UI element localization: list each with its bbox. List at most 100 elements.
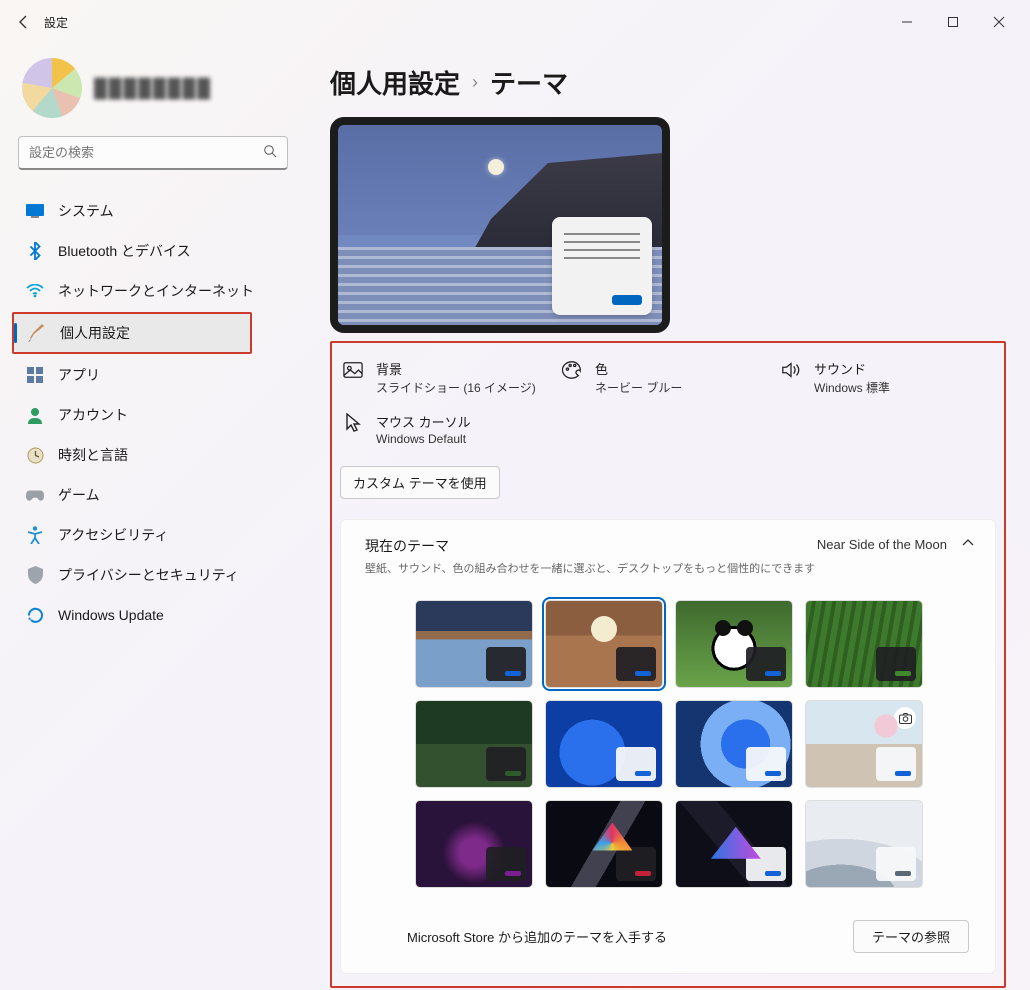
theme-preview [330, 117, 670, 333]
nav-label: アクセシビリティ [58, 525, 168, 545]
window-controls [884, 6, 1022, 38]
store-text: Microsoft Store から追加のテーマを入手する [407, 927, 667, 946]
theme-grid [365, 576, 975, 902]
setting-background[interactable]: 背景 スライドショー (16 イメージ) [340, 353, 555, 402]
theme-thumb-bloom1[interactable] [545, 700, 663, 788]
nav-accessibility[interactable]: アクセシビリティ [12, 516, 288, 554]
system-icon [26, 202, 44, 220]
theme-thumb-flow1[interactable] [545, 800, 663, 888]
annotation-sidebar-highlight: 個人用設定 [12, 312, 252, 354]
bluetooth-icon [26, 242, 44, 260]
nav-time[interactable]: 時刻と言語 [12, 436, 288, 474]
theme-mini-preview [746, 847, 786, 881]
palette-icon [561, 359, 583, 381]
theme-mini-preview [486, 847, 526, 881]
theme-thumb-blossom[interactable] [805, 700, 923, 788]
theme-mini-preview [616, 747, 656, 781]
current-theme-name: Near Side of the Moon [817, 537, 947, 552]
theme-thumb-bloom2[interactable] [675, 700, 793, 788]
nav-label: アプリ [58, 365, 100, 385]
store-row: Microsoft Store から追加のテーマを入手する テーマの参照 [365, 902, 975, 963]
nav-label: Windows Update [58, 607, 164, 623]
theme-mini-preview [486, 747, 526, 781]
current-theme-panel: 現在のテーマ 壁紙、サウンド、色の組み合わせを一緒に選ぶと、デスクトップをもっと… [340, 519, 996, 974]
search-icon [263, 144, 277, 161]
nav-label: Bluetooth とデバイス [58, 241, 191, 261]
theme-mini-preview [486, 647, 526, 681]
theme-mini-preview [746, 647, 786, 681]
annotation-settings-highlight: 背景 スライドショー (16 イメージ) 色 ネービー ブルー サウンド W [330, 341, 1006, 988]
theme-mini-preview [616, 647, 656, 681]
nav-network[interactable]: ネットワークとインターネット [12, 272, 288, 310]
accessibility-icon [26, 526, 44, 544]
theme-thumb-flow2[interactable] [675, 800, 793, 888]
cursor-icon [342, 412, 364, 434]
setting-subtitle: ネービー ブルー [595, 379, 682, 396]
person-icon [26, 406, 44, 424]
setting-title: 背景 [376, 359, 536, 378]
breadcrumb: 個人用設定 › テーマ [330, 64, 1006, 101]
avatar [22, 58, 82, 118]
setting-sound[interactable]: サウンド Windows 標準 [778, 353, 993, 402]
setting-title: サウンド [814, 359, 890, 378]
main: 個人用設定 › テーマ 背景 スライドショー (16 イメージ) [300, 44, 1030, 990]
shield-icon [26, 566, 44, 584]
user-name: ████████ [94, 78, 212, 99]
theme-mini-preview [876, 647, 916, 681]
nav-accounts[interactable]: アカウント [12, 396, 288, 434]
nav-label: 個人用設定 [60, 323, 130, 343]
theme-thumb-bamboo[interactable] [805, 600, 923, 688]
theme-thumb-wave[interactable] [805, 800, 923, 888]
maximize-button[interactable] [930, 6, 976, 38]
picture-icon [342, 359, 364, 381]
nav-update[interactable]: Windows Update [12, 596, 288, 634]
close-button[interactable] [976, 6, 1022, 38]
nav-label: 時刻と言語 [58, 445, 128, 465]
nav-bluetooth[interactable]: Bluetooth とデバイス [12, 232, 288, 270]
theme-thumb-moon[interactable] [545, 600, 663, 688]
preview-window-card [552, 217, 652, 315]
back-button[interactable] [8, 6, 40, 38]
use-custom-theme-button[interactable]: カスタム テーマを使用 [340, 466, 500, 499]
theme-thumb-beach[interactable] [415, 600, 533, 688]
theme-thumb-panda[interactable] [675, 600, 793, 688]
nav-label: プライバシーとセキュリティ [58, 565, 239, 585]
nav-gaming[interactable]: ゲーム [12, 476, 288, 514]
setting-subtitle: Windows Default [376, 432, 471, 446]
search-input[interactable] [29, 145, 263, 160]
wifi-icon [26, 282, 44, 300]
panel-heading: 現在のテーマ [365, 536, 815, 556]
setting-cursor[interactable]: マウス カーソル Windows Default [340, 406, 555, 452]
minimize-button[interactable] [884, 6, 930, 38]
theme-mini-preview [876, 847, 916, 881]
breadcrumb-parent[interactable]: 個人用設定 [330, 64, 460, 101]
nav: システム Bluetooth とデバイス ネットワークとインターネット 個人用設… [12, 180, 300, 634]
panel-header[interactable]: 現在のテーマ 壁紙、サウンド、色の組み合わせを一緒に選ぶと、デスクトップをもっと… [365, 536, 975, 576]
search-box[interactable] [18, 136, 288, 170]
theme-mini-preview [616, 847, 656, 881]
setting-title: 色 [595, 359, 682, 378]
nav-label: アカウント [58, 405, 128, 425]
brush-icon [28, 324, 46, 342]
camera-icon [894, 707, 916, 729]
titlebar: 設定 [0, 0, 1030, 44]
theme-thumb-forest[interactable] [415, 700, 533, 788]
gamepad-icon [26, 486, 44, 504]
nav-privacy[interactable]: プライバシーとセキュリティ [12, 556, 288, 594]
nav-system[interactable]: システム [12, 192, 288, 230]
apps-icon [26, 366, 44, 384]
sidebar: ████████ システム Bluetooth とデバイス ネットワークとインタ… [0, 44, 300, 990]
setting-title: マウス カーソル [376, 412, 471, 431]
theme-thumb-glow[interactable] [415, 800, 533, 888]
app-title: 設定 [44, 14, 68, 31]
nav-personalization[interactable]: 個人用設定 [14, 314, 250, 352]
chevron-up-icon [961, 536, 975, 553]
theme-mini-preview [746, 747, 786, 781]
setting-subtitle: Windows 標準 [814, 379, 890, 396]
browse-themes-button[interactable]: テーマの参照 [853, 920, 969, 953]
content: ████████ システム Bluetooth とデバイス ネットワークとインタ… [0, 44, 1030, 990]
setting-color[interactable]: 色 ネービー ブルー [559, 353, 774, 402]
user-block[interactable]: ████████ [12, 50, 300, 136]
clock-icon [26, 446, 44, 464]
nav-apps[interactable]: アプリ [12, 356, 288, 394]
